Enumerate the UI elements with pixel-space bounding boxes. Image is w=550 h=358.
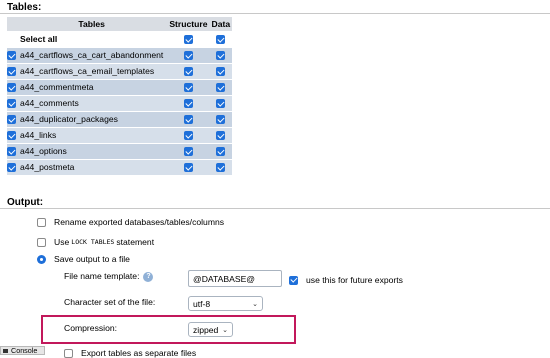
compression-select[interactable]: zipped ⌄ xyxy=(188,322,233,337)
future-exports-label: use this for future exports xyxy=(306,275,403,285)
data-checkbox[interactable] xyxy=(216,147,226,157)
table-select-checkbox[interactable] xyxy=(7,163,16,173)
structure-checkbox[interactable] xyxy=(183,115,193,125)
table-select-checkbox[interactable] xyxy=(7,115,16,125)
lock-tables-checkbox[interactable] xyxy=(37,237,46,247)
table-row: a44_cartflows_ca_email_templates xyxy=(7,63,233,80)
table-name: a44_links xyxy=(16,127,168,144)
console-icon xyxy=(3,348,8,353)
tables-divider xyxy=(0,13,550,14)
data-checkbox[interactable] xyxy=(216,99,226,109)
header-check-col xyxy=(7,17,16,32)
chevron-down-icon: ⌄ xyxy=(222,326,228,334)
data-checkbox[interactable] xyxy=(216,163,226,173)
save-output-radio[interactable] xyxy=(37,254,46,264)
use-label: Use xyxy=(54,237,70,247)
header-structure: Structure xyxy=(167,17,210,32)
table-select-checkbox[interactable] xyxy=(7,67,16,77)
rename-option[interactable]: Rename exported databases/tables/columns xyxy=(37,217,224,227)
table-name: a44_postmeta xyxy=(16,159,168,176)
table-select-checkbox[interactable] xyxy=(7,131,16,141)
data-checkbox[interactable] xyxy=(216,115,226,125)
structure-checkbox[interactable] xyxy=(183,131,193,141)
structure-checkbox[interactable] xyxy=(183,163,193,173)
table-name: a44_commentmeta xyxy=(16,79,168,96)
data-checkbox[interactable] xyxy=(216,51,226,61)
table-row: a44_commentmeta xyxy=(7,79,233,96)
table-row: a44_postmeta xyxy=(7,159,233,176)
table-select-checkbox[interactable] xyxy=(7,83,16,93)
table-select-checkbox[interactable] xyxy=(7,147,16,157)
charset-select[interactable]: utf-8 ⌄ xyxy=(188,296,263,311)
table-name: a44_options xyxy=(16,143,168,160)
table-name: a44_cartflows_ca_cart_abandonment xyxy=(16,47,168,64)
export-separate-checkbox[interactable] xyxy=(64,348,73,358)
export-separate-label: Export tables as separate files xyxy=(81,348,197,358)
chevron-down-icon: ⌄ xyxy=(252,300,258,308)
rename-checkbox[interactable] xyxy=(37,217,46,227)
compression-label: Compression: xyxy=(64,323,118,333)
save-output-option[interactable]: Save output to a file xyxy=(37,254,130,264)
table-row: a44_comments xyxy=(7,95,233,112)
select-all-row: Select all xyxy=(7,31,233,48)
table-row: a44_duplicator_packages xyxy=(7,111,233,128)
future-exports-option[interactable]: use this for future exports xyxy=(289,275,403,285)
data-checkbox[interactable] xyxy=(216,131,226,141)
charset-label: Character set of the file: xyxy=(64,297,156,307)
structure-checkbox[interactable] xyxy=(183,99,193,109)
export-separate-option[interactable]: Export tables as separate files xyxy=(64,348,196,358)
output-divider xyxy=(0,208,550,209)
console-label: Console xyxy=(11,346,38,355)
data-checkbox[interactable] xyxy=(216,67,226,77)
lock-tables-option[interactable]: Use LOCK TABLES statement xyxy=(37,237,154,247)
table-name: a44_duplicator_packages xyxy=(16,111,168,128)
console-tab[interactable]: Console xyxy=(0,346,45,355)
structure-checkbox[interactable] xyxy=(183,83,193,93)
table-select-checkbox[interactable] xyxy=(7,99,16,109)
help-icon[interactable]: ? xyxy=(143,271,154,282)
select-all-structure-checkbox[interactable] xyxy=(183,35,193,45)
structure-checkbox[interactable] xyxy=(183,147,193,157)
output-section-title: Output: xyxy=(7,197,44,208)
select-all-data-checkbox[interactable] xyxy=(216,35,226,45)
table-name: a44_cartflows_ca_email_templates xyxy=(16,63,168,80)
structure-checkbox[interactable] xyxy=(183,67,193,77)
save-output-label: Save output to a file xyxy=(54,254,130,264)
header-tables: Tables xyxy=(16,17,168,32)
data-checkbox[interactable] xyxy=(216,83,226,93)
file-name-template-input[interactable] xyxy=(188,270,282,287)
select-all-label: Select all xyxy=(16,31,168,48)
tables-section-title: Tables: xyxy=(7,2,42,13)
statement-label: statement xyxy=(116,237,155,247)
structure-checkbox[interactable] xyxy=(183,51,193,61)
lock-tables-code: LOCK TABLES xyxy=(71,238,115,246)
table-select-checkbox[interactable] xyxy=(7,51,16,61)
table-name: a44_comments xyxy=(16,95,168,112)
table-row: a44_links xyxy=(7,127,233,144)
rename-label: Rename exported databases/tables/columns xyxy=(54,217,225,227)
tables-grid: Tables Structure Data Select all a44_car… xyxy=(7,17,233,176)
table-row: a44_cartflows_ca_cart_abandonment xyxy=(7,47,233,64)
future-exports-checkbox[interactable] xyxy=(289,275,298,285)
header-data: Data xyxy=(209,17,233,32)
file-name-template-label: File name template:? xyxy=(64,271,154,282)
table-row: a44_options xyxy=(7,143,233,160)
